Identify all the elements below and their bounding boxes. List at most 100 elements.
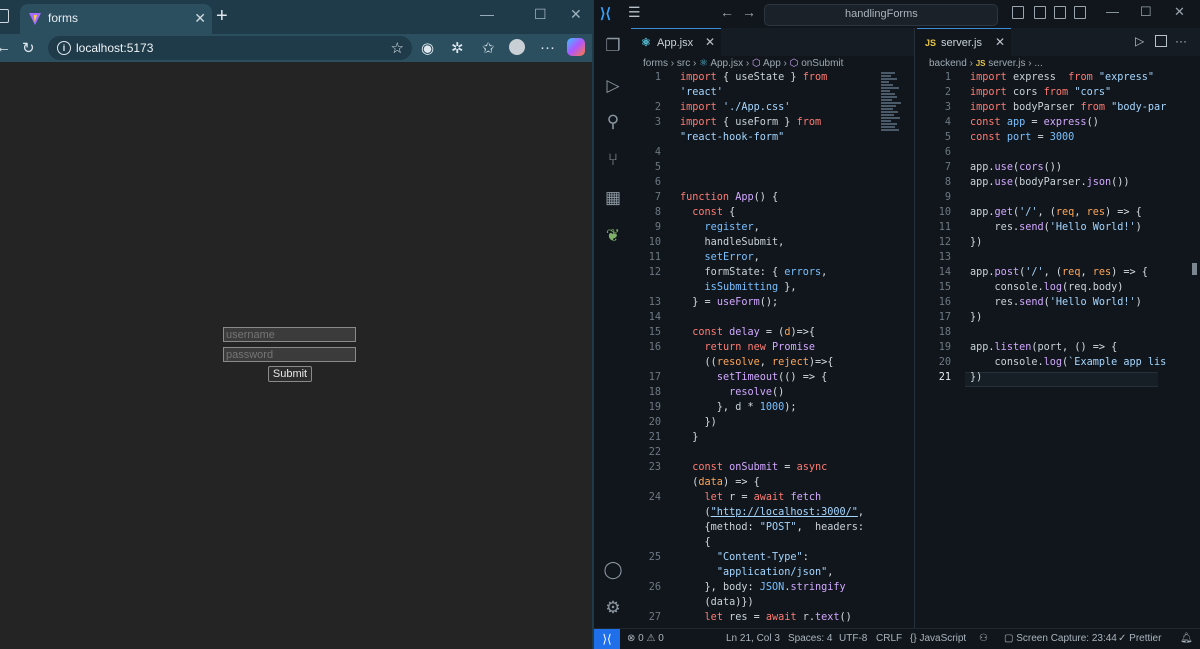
line-number: 13 — [938, 252, 951, 263]
close-window-icon[interactable]: ✕ — [570, 6, 582, 23]
explorer-icon[interactable]: ❐ — [603, 36, 623, 56]
back-icon[interactable]: ← — [0, 39, 11, 56]
copilot-status-icon[interactable]: ⚇ — [979, 633, 988, 644]
scrollbar-thumb[interactable] — [1192, 263, 1197, 275]
breadcrumb-item[interactable]: App.jsx — [710, 58, 743, 69]
language-mode[interactable]: {} JavaScript — [910, 633, 966, 644]
encoding[interactable]: UTF-8 — [839, 633, 867, 644]
customize-layout-icon[interactable] — [1012, 6, 1024, 19]
nav-forward-icon[interactable]: → — [742, 4, 756, 20]
minimize-icon[interactable]: — — [480, 6, 494, 22]
notifications-bell-icon[interactable]: 🔔︎ — [1180, 633, 1193, 644]
close-window-icon[interactable]: ✕ — [1174, 4, 1185, 20]
code-line: const delay = (d)=>{ — [692, 327, 815, 338]
extensions-icon[interactable]: ✲ — [451, 39, 464, 57]
close-tab-icon[interactable]: ✕ — [194, 10, 206, 27]
source-control-icon[interactable]: ⑂ — [603, 150, 623, 170]
password-input[interactable] — [223, 347, 356, 362]
editor-tabs-right: JS server.js ✕ ▷ ··· — [917, 28, 1200, 56]
menu-icon[interactable]: ☰ — [628, 4, 641, 21]
error-count: 0 — [638, 633, 644, 644]
code-line: isSubmitting }, — [704, 282, 797, 293]
code-line: setError, — [704, 252, 760, 263]
refresh-icon[interactable]: ↻ — [22, 39, 35, 57]
code-line: }, d * 1000); — [680, 402, 797, 413]
maximize-icon[interactable]: ☐ — [534, 6, 547, 23]
minimize-icon[interactable]: — — [1106, 4, 1119, 19]
breadcrumb-item[interactable]: ... — [1034, 58, 1042, 69]
submit-button[interactable]: Submit — [268, 366, 312, 382]
code-line: function App() { — [680, 192, 779, 203]
command-center-search[interactable]: handlingForms — [764, 4, 998, 26]
line-number: 20 — [648, 417, 661, 428]
prettier-status[interactable]: ✓ Prettier — [1118, 633, 1161, 644]
toggle-panel-icon[interactable] — [1054, 6, 1066, 19]
breadcrumb-item[interactable]: server.js — [988, 58, 1025, 69]
favorites-icon[interactable]: ✩ — [482, 39, 495, 57]
problems-indicator[interactable]: ⊗ 0 ⚠ 0 — [627, 633, 664, 644]
code-line: } — [680, 432, 699, 443]
tab-app-jsx[interactable]: ⚛ App.jsx ✕ — [631, 28, 721, 56]
minimap[interactable] — [881, 72, 903, 194]
username-input[interactable] — [223, 327, 356, 342]
run-debug-icon[interactable]: ▷ — [603, 76, 623, 96]
copilot-icon[interactable] — [567, 38, 585, 56]
tab-label: server.js — [941, 37, 982, 49]
breadcrumb-item[interactable]: App — [763, 58, 781, 69]
profile-avatar[interactable] — [509, 39, 525, 55]
cursor-position[interactable]: Ln 21, Col 3 — [726, 633, 780, 644]
breadcrumb-item[interactable]: onSubmit — [801, 58, 843, 69]
code-line: "react-hook-form" — [680, 132, 785, 143]
settings-gear-icon[interactable]: ⚙ — [603, 598, 623, 618]
breadcrumb-item[interactable]: forms — [643, 58, 668, 69]
more-menu-icon[interactable]: ··· — [540, 39, 555, 56]
code-line: import { useForm } from — [680, 117, 822, 128]
code-line: const app = express() — [970, 117, 1099, 128]
close-tab-icon[interactable]: ✕ — [705, 35, 715, 49]
browser-tab-strip: forms ✕ + — ☐ ✕ — [0, 0, 592, 34]
maximize-icon[interactable]: ☐ — [1140, 4, 1152, 20]
mongodb-leaf-icon[interactable]: ❦ — [603, 226, 623, 246]
editor-splitter[interactable] — [914, 28, 915, 628]
extensions-icon[interactable]: ▦ — [603, 188, 623, 208]
breadcrumb-item[interactable]: src — [677, 58, 690, 69]
editor-group-left: ⚛ App.jsx ✕ forms › src › ⚛ App.jsx › ⬡ … — [631, 28, 914, 628]
browser-toolbar: ← ↻ i localhost:5173 ☆ ◉ ✲ ✩ ··· — [0, 34, 592, 62]
tab-actions-icon[interactable] — [0, 9, 9, 23]
split-editor-icon[interactable] — [1155, 35, 1167, 47]
code-line: (data) => { — [680, 477, 760, 488]
line-number: 12 — [938, 237, 951, 248]
search-icon[interactable]: ⚲ — [603, 112, 623, 132]
more-actions-icon[interactable]: ··· — [1175, 34, 1187, 48]
accounts-icon[interactable]: ◯ — [603, 560, 623, 580]
toggle-secondary-sidebar-icon[interactable] — [1074, 6, 1086, 19]
favorite-star-icon[interactable]: ☆ — [391, 39, 404, 57]
code-line: console.log(`Example app lis — [994, 357, 1167, 368]
new-tab-button[interactable]: + — [216, 5, 228, 28]
code-line: import express from "express" — [970, 72, 1155, 83]
browser-tab-forms[interactable]: forms ✕ — [20, 4, 212, 34]
breadcrumb: backend › JS server.js › ... — [929, 58, 1043, 69]
tab-server-js[interactable]: JS server.js ✕ — [917, 28, 1011, 56]
remote-indicator-icon[interactable]: ⟩⟨ — [594, 629, 620, 649]
end-of-line[interactable]: CRLF — [876, 633, 902, 644]
minimap-line — [881, 72, 895, 74]
nav-back-icon[interactable]: ← — [720, 4, 734, 20]
indentation[interactable]: Spaces: 4 — [788, 633, 832, 644]
code-line: app.use(bodyParser.json()) — [970, 177, 1130, 188]
close-tab-icon[interactable]: ✕ — [995, 35, 1005, 49]
activity-bar: ❐ ▷ ⚲ ⑂ ▦ ❦ ◯ ⚙ — [594, 28, 631, 628]
toggle-sidebar-icon[interactable] — [1034, 6, 1046, 19]
code-line: register, — [704, 222, 760, 233]
run-icon[interactable]: ▷ — [1135, 34, 1144, 48]
address-bar[interactable]: i localhost:5173 ☆ — [48, 36, 412, 60]
breadcrumb-item[interactable]: backend — [929, 58, 967, 69]
minimap-line — [881, 111, 898, 113]
url-text[interactable]: localhost:5173 — [76, 41, 153, 55]
screen-capture-label: Screen Capture: 23:44 — [1016, 633, 1117, 644]
minimap-line — [881, 78, 897, 80]
screen-capture-status[interactable]: ▢ Screen Capture: 23:44 — [1004, 633, 1117, 644]
line-number: 18 — [648, 387, 661, 398]
extension-owl-icon[interactable]: ◉ — [421, 39, 434, 57]
site-info-icon[interactable]: i — [57, 41, 71, 55]
